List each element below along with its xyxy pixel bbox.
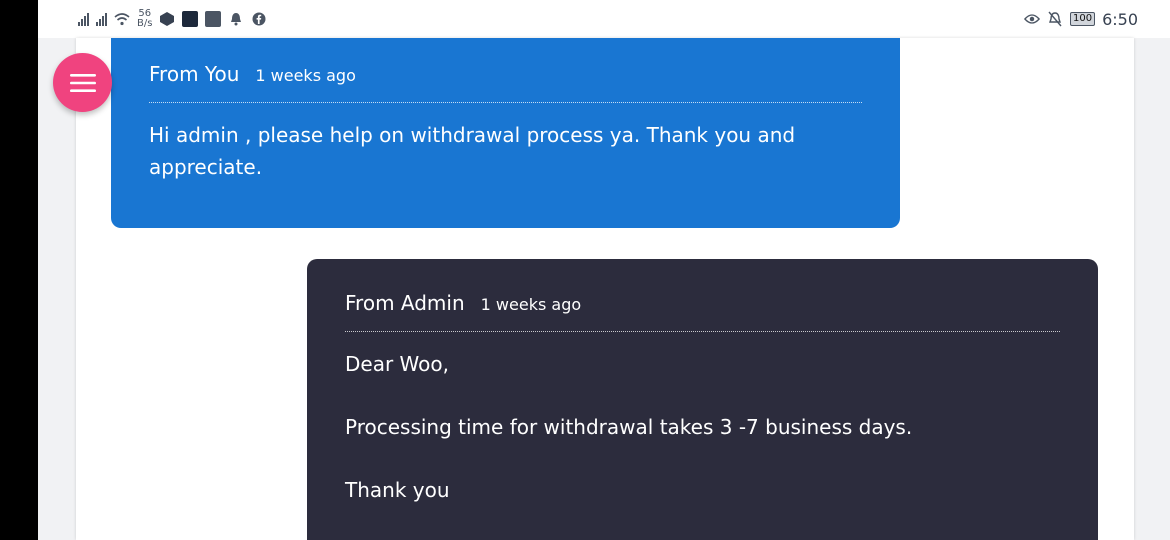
- message-body: Dear Woo, Processing time for withdrawal…: [345, 350, 1060, 504]
- message-from-you: From You 1 weeks ago Hi admin , please h…: [111, 38, 900, 228]
- net-speed: 56 B/s: [137, 9, 152, 29]
- facebook-icon: [251, 11, 267, 27]
- message-text: Processing time for withdrawal takes 3 -…: [345, 415, 913, 439]
- signal-icon: [96, 12, 107, 26]
- bell-off-icon: [1047, 11, 1063, 27]
- status-left-icons: 56 B/s: [78, 9, 267, 29]
- message-time: 1 weeks ago: [255, 66, 356, 85]
- message-text: Hi admin , please help on withdrawal pro…: [149, 123, 796, 179]
- left-edge-bar: [0, 0, 38, 540]
- message-text: Thank you: [345, 478, 450, 502]
- wifi-icon: [114, 11, 130, 27]
- app-icon: [159, 11, 175, 27]
- status-time: 6:50: [1102, 9, 1138, 29]
- status-bar: 56 B/s 100 6:50: [38, 0, 1170, 38]
- message-time: 1 weeks ago: [480, 295, 582, 314]
- net-speed-unit: B/s: [137, 18, 153, 29]
- message-sender: From You: [149, 62, 240, 86]
- message-text: Dear Woo,: [345, 352, 449, 376]
- message-sender: From Admin: [345, 291, 465, 315]
- message-from-admin: From Admin 1 weeks ago Dear Woo, Process…: [307, 259, 1098, 540]
- notification-bell-icon: [228, 11, 244, 27]
- hamburger-menu-icon: [69, 73, 96, 92]
- app-icon: [182, 11, 199, 27]
- signal-icon: [78, 12, 89, 26]
- eye-icon: [1023, 11, 1040, 27]
- message-header: From Admin 1 weeks ago: [345, 259, 1060, 332]
- menu-button[interactable]: [53, 53, 112, 112]
- app-icon: [205, 11, 222, 27]
- battery-icon: 100: [1069, 12, 1096, 26]
- message-body: Hi admin , please help on withdrawal pro…: [149, 119, 829, 183]
- message-header: From You 1 weeks ago: [149, 38, 862, 103]
- status-right-icons: 100 6:50: [1023, 9, 1138, 29]
